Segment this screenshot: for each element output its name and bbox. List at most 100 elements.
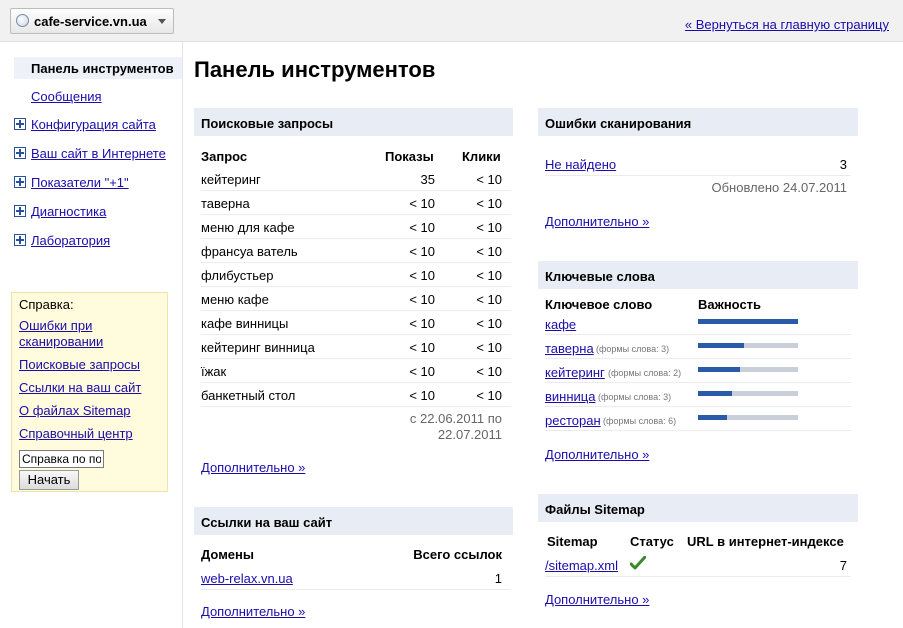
check-icon [630, 556, 646, 570]
importance-bar [698, 415, 798, 420]
row-divider [201, 286, 511, 287]
keyword-link[interactable]: кафе [545, 317, 576, 332]
help-link-help-center[interactable]: Справочный центр [19, 426, 133, 442]
importance-bar-fill [698, 391, 732, 396]
expand-plus-icon[interactable] [14, 205, 26, 217]
query-text: меню кафе [201, 292, 269, 307]
keywords-header: Ключевые слова [538, 261, 858, 289]
nav-item-label: Панель инструментов [31, 61, 174, 76]
col-header-total-links: Всего ссылок [413, 547, 502, 562]
col-header-status: Статус [630, 534, 674, 549]
links-more-link[interactable]: Дополнительно » [201, 604, 305, 619]
help-search-button[interactable]: Начать [19, 470, 79, 490]
sitemap-file-link[interactable]: /sitemap.xml [545, 558, 618, 573]
query-impressions: < 10 [409, 268, 435, 283]
query-impressions: < 10 [409, 244, 435, 259]
query-text: меню для кафе [201, 220, 295, 235]
keyword-forms: (формы слова: 3) [596, 344, 670, 354]
nav-item-label[interactable]: Показатели "+1" [31, 175, 129, 190]
nav-item-label[interactable]: Сообщения [31, 89, 102, 104]
query-impressions: < 10 [409, 292, 435, 307]
importance-bar [698, 367, 798, 372]
query-text: таверна [201, 196, 250, 211]
help-link-search-queries[interactable]: Поисковые запросы [19, 357, 140, 373]
nav-item-diagnostics[interactable]: Диагностика [14, 200, 182, 222]
help-link-crawl-errors[interactable]: Ошибки при сканировании [19, 318, 129, 350]
keyword-link[interactable]: ресторан [545, 413, 601, 428]
query-clicks: < 10 [476, 172, 502, 187]
back-to-home-link[interactable]: « Вернуться на главную страницу [685, 17, 889, 32]
importance-bar-fill [698, 319, 798, 324]
keyword-forms: (формы слова: 3) [598, 392, 672, 402]
keyword-forms: (формы слова: 6) [603, 416, 677, 426]
query-text: флибустьер [201, 268, 274, 283]
crawl-more-link[interactable]: Дополнительно » [545, 214, 649, 229]
keyword-link[interactable]: кейтеринг [545, 365, 605, 380]
query-text: франсуа ватель [201, 244, 298, 259]
queries-more-link[interactable]: Дополнительно » [201, 460, 305, 475]
chevron-down-icon [158, 19, 166, 24]
expand-plus-icon[interactable] [14, 147, 26, 159]
importance-bar [698, 319, 798, 324]
crawl-not-found-link[interactable]: Не найдено [545, 157, 616, 172]
row-divider [201, 589, 511, 590]
query-clicks: < 10 [476, 268, 502, 283]
help-search-input[interactable] [19, 450, 104, 468]
col-header-query: Запрос [201, 149, 248, 164]
help-link-sitemaps[interactable]: О файлах Sitemap [19, 403, 131, 419]
nav-item-messages[interactable]: Сообщения [14, 85, 182, 107]
help-link-links-to-site[interactable]: Ссылки на ваш сайт [19, 380, 141, 396]
nav-item-label[interactable]: Диагностика [31, 204, 106, 219]
query-clicks: < 10 [476, 196, 502, 211]
nav-item-label[interactable]: Конфигурация сайта [31, 117, 156, 132]
query-clicks: < 10 [476, 292, 502, 307]
queries-date-range-line1: с 22.06.2011 по [409, 411, 502, 426]
nav-item-your-site-on-web[interactable]: Ваш сайт в Интернете [14, 142, 182, 164]
row-divider [201, 214, 511, 215]
row-divider [545, 358, 851, 359]
row-divider [201, 382, 511, 383]
query-clicks: < 10 [476, 220, 502, 235]
search-queries-header: Поисковые запросы [194, 108, 513, 136]
queries-date-range-line2: 22.07.2011 [437, 427, 502, 442]
keywords-more-link[interactable]: Дополнительно » [545, 447, 649, 462]
crawl-errors-header: Ошибки сканирования [538, 108, 858, 136]
row-divider [201, 334, 511, 335]
col-header-indexed-urls: URL в интернет-индексе [687, 534, 844, 549]
row-divider [545, 406, 851, 407]
site-selector[interactable]: cafe-service.vn.ua [10, 8, 174, 34]
query-clicks: < 10 [476, 364, 502, 379]
col-header-domains: Домены [201, 547, 254, 562]
col-header-impressions: Показы [385, 149, 434, 164]
col-header-keyword: Ключевое слово [545, 297, 653, 312]
query-impressions: < 10 [409, 388, 435, 403]
query-impressions: < 10 [409, 364, 435, 379]
col-header-sitemap: Sitemap [547, 534, 598, 549]
help-box: Справка: Ошибки при сканировании Поисков… [11, 292, 168, 492]
row-divider [201, 406, 511, 407]
query-impressions: < 10 [409, 340, 435, 355]
expand-plus-icon[interactable] [14, 118, 26, 130]
crawl-not-found-count: 3 [839, 157, 847, 172]
keyword-link[interactable]: таверна [545, 341, 594, 356]
link-domain[interactable]: web-relax.vn.ua [201, 571, 293, 586]
sitemaps-header: Файлы Sitemap [538, 494, 858, 522]
nav-item-plus-one-metrics[interactable]: Показатели "+1" [14, 171, 182, 193]
nav-item-label[interactable]: Ваш сайт в Интернете [31, 146, 166, 161]
link-count: 1 [494, 571, 502, 586]
keyword-link[interactable]: винница [545, 389, 595, 404]
query-clicks: < 10 [476, 388, 502, 403]
nav-item-labs[interactable]: Лаборатория [14, 229, 182, 251]
nav-item-site-configuration[interactable]: Конфигурация сайта [14, 113, 182, 135]
query-clicks: < 10 [476, 340, 502, 355]
nav-item-dashboard[interactable]: Панель инструментов [14, 57, 182, 79]
query-clicks: < 10 [476, 244, 502, 259]
row-divider [201, 190, 511, 191]
query-impressions: < 10 [409, 220, 435, 235]
row-divider [545, 430, 851, 431]
expand-plus-icon[interactable] [14, 176, 26, 188]
globe-icon [16, 14, 29, 27]
expand-plus-icon[interactable] [14, 234, 26, 246]
nav-item-label[interactable]: Лаборатория [31, 233, 110, 248]
sitemaps-more-link[interactable]: Дополнительно » [545, 592, 649, 607]
